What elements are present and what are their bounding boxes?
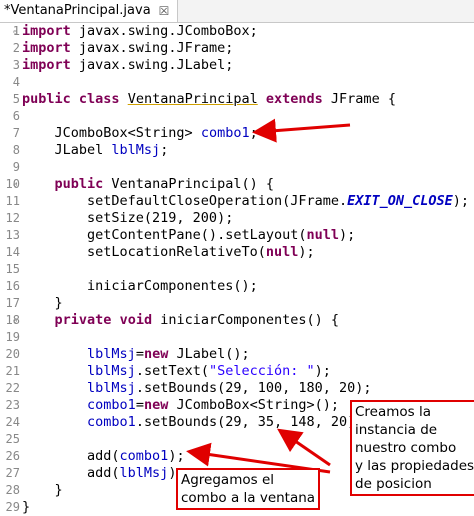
annotation-note-add: Agregamos el combo a la ventana	[176, 468, 321, 510]
annotation-note-instance: Creamos la instancia de nuestro combo y …	[350, 400, 474, 496]
arrow-to-combo1-field	[252, 118, 351, 143]
arrow-to-setbounds	[277, 428, 331, 467]
